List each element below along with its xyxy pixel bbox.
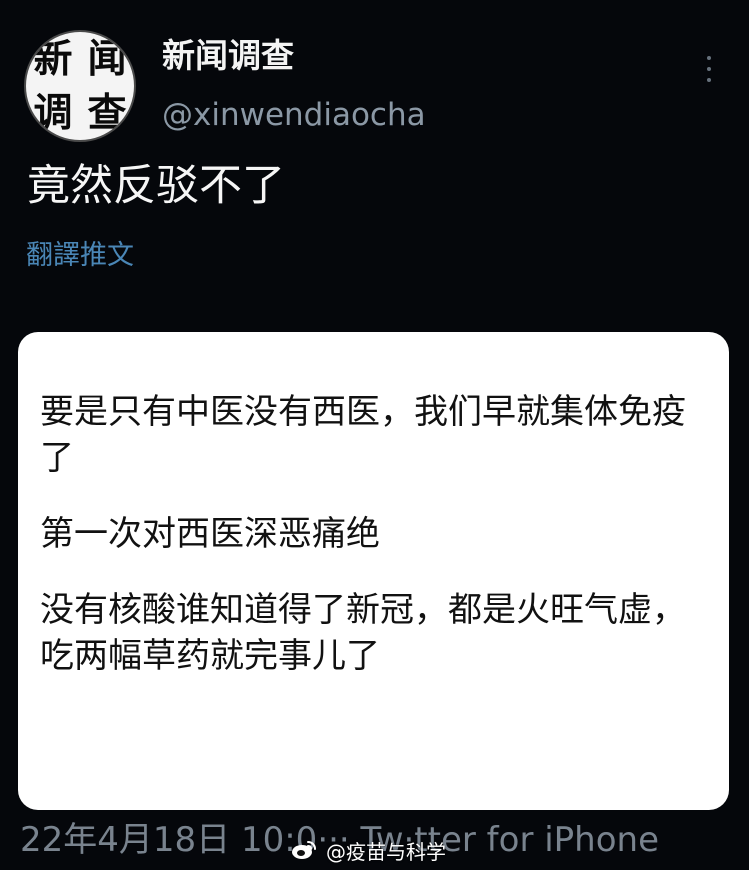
weibo-icon: [292, 841, 316, 859]
watermark: @疫苗与科学: [290, 833, 446, 867]
avatar-char: 闻: [87, 36, 127, 82]
translate-tweet-link[interactable]: 翻譯推文: [26, 241, 134, 271]
user-handle[interactable]: @xinwendiaocha: [162, 98, 426, 132]
more-dot: [707, 67, 711, 71]
card-paragraph: 第一次对西医深恶痛绝: [40, 513, 380, 554]
avatar-char: 调: [33, 90, 73, 136]
tweet-text: 竟然反驳不了: [27, 161, 285, 211]
display-name[interactable]: 新闻调查: [162, 37, 294, 74]
avatar-char: 查: [87, 90, 127, 136]
quoted-image-card[interactable]: 要是只有中医没有西医，我们早就集体免疫了 第一次对西医深恶痛绝 没有核酸谁知道得…: [18, 332, 729, 810]
more-dot: [707, 56, 711, 60]
card-paragraph: 没有核酸谁知道得了新冠，都是火旺气虚，吃两幅草药就完事儿了: [40, 589, 686, 676]
more-dot: [707, 78, 711, 82]
avatar[interactable]: 新 闻 调 查: [24, 30, 136, 142]
avatar-char: 新: [33, 36, 73, 82]
more-vertical-icon[interactable]: [704, 56, 714, 82]
card-paragraph: 要是只有中医没有西医，我们早就集体免疫了: [40, 392, 686, 478]
watermark-text: @疫苗与科学: [326, 839, 446, 864]
